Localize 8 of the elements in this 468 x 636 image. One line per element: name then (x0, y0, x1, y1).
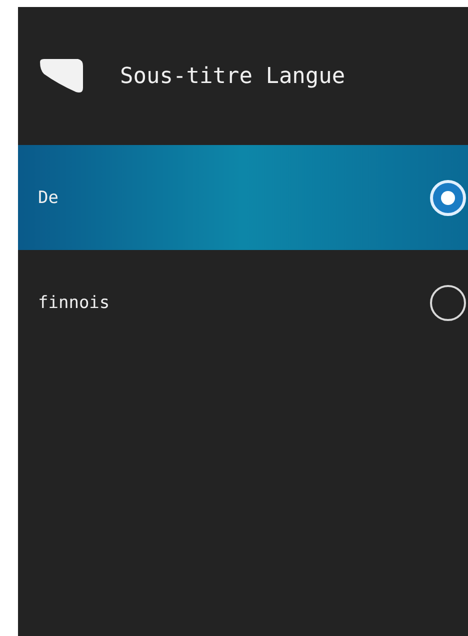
card-icon (38, 58, 84, 94)
dialog-title: Sous-titre Langue (120, 64, 346, 88)
radio-button[interactable] (430, 180, 466, 216)
language-option[interactable]: De (18, 145, 468, 250)
radio-button[interactable] (430, 284, 466, 320)
option-label: finnois (38, 292, 110, 312)
option-label: De (38, 188, 58, 208)
language-option[interactable]: finnois (18, 250, 468, 355)
